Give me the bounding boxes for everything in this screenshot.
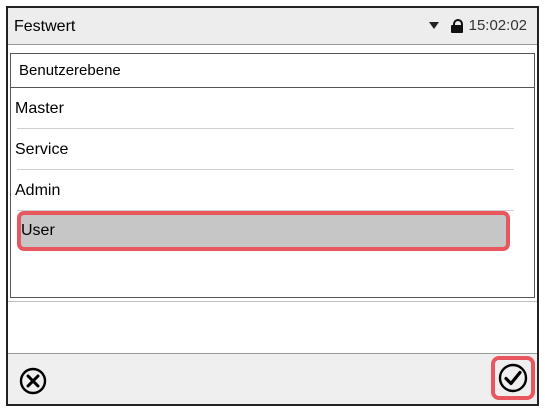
user-level-panel: Benutzerebene Master Service Admin User: [10, 53, 535, 298]
header-bar: Festwert 15:02:02: [8, 8, 537, 45]
lock-icon: [450, 18, 463, 33]
footer-bar: [8, 353, 537, 404]
caret-down-icon[interactable]: [428, 22, 439, 29]
list-item-label: Service: [15, 141, 69, 158]
list-item-label: Master: [15, 100, 64, 117]
list-item-master[interactable]: Master: [11, 88, 534, 129]
panel-title: Benutzerebene: [11, 54, 534, 88]
cancel-button[interactable]: [16, 364, 50, 398]
list-item-label: User: [21, 222, 55, 239]
list-item-admin[interactable]: Admin: [11, 170, 534, 211]
clock-time: 15:02:02: [468, 17, 527, 34]
empty-area: [8, 301, 537, 354]
confirm-check-icon: [498, 363, 528, 393]
status-area: 15:02:02: [428, 17, 527, 34]
list-item-label: Admin: [15, 182, 61, 199]
confirm-button[interactable]: [491, 356, 535, 400]
list-item-service[interactable]: Service: [11, 129, 534, 170]
list-item-user[interactable]: User: [17, 211, 510, 251]
page-title: Festwert: [14, 18, 76, 35]
device-screen: Festwert 15:02:02 Benutzerebene Master S…: [6, 6, 539, 406]
cancel-icon: [19, 367, 47, 395]
